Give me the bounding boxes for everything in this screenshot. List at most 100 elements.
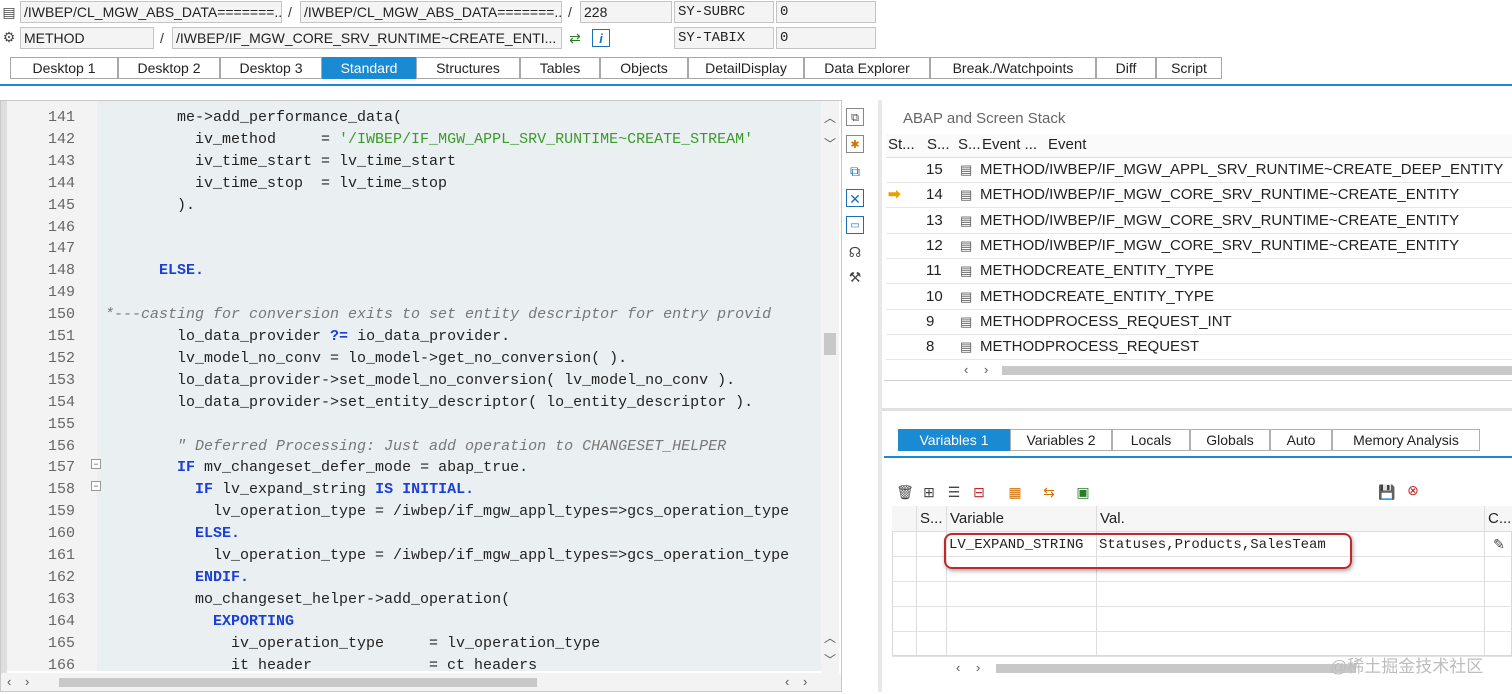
tiles-icon[interactable]: ▦ [1006, 483, 1024, 501]
delete-row-icon[interactable]: ⊟ [970, 483, 988, 501]
hscroll-thumb[interactable] [996, 664, 1356, 673]
stack-row[interactable]: 13 ▤ METHOD/IWBEP/IF_MGW_CORE_SRV_RUNTIME~… [886, 209, 1512, 234]
stack-col-header[interactable]: St... [888, 134, 915, 156]
close-x-icon[interactable]: ✕ [846, 189, 864, 207]
code-line[interactable]: me->add_performance_data( [105, 107, 402, 129]
save-icon[interactable]: 💾 [1378, 483, 1396, 501]
stack-row[interactable]: 15 ▤ METHOD/IWBEP/IF_MGW_APPL_SRV_RUNTIME~… [886, 158, 1512, 183]
headset-icon[interactable]: ☊ [846, 243, 864, 261]
code-line[interactable]: lv_model_no_conv = lo_model->get_no_conv… [105, 348, 627, 370]
code-line[interactable]: ENDIF. [105, 567, 249, 589]
sysvar-name-2[interactable]: SY-TABIX [674, 27, 774, 49]
scroll-left-icon[interactable]: ‹ [956, 660, 960, 675]
tab-desktop-3[interactable]: Desktop 3 [220, 57, 322, 79]
display-icon[interactable]: ▣ [1074, 483, 1092, 501]
var-col-header[interactable]: C... [1488, 506, 1511, 532]
reset-icon[interactable]: ⊗ [1404, 481, 1422, 499]
tab-auto[interactable]: Auto [1270, 429, 1332, 451]
sysvar-value-2[interactable]: 0 [776, 27, 876, 49]
scroll-up-icon[interactable]: ︿ [824, 629, 836, 646]
navigate-icon[interactable]: ⇄ [566, 29, 584, 47]
sysvar-value-1[interactable]: 0 [776, 1, 876, 23]
tab-locals[interactable]: Locals [1112, 429, 1190, 451]
stack-row[interactable]: 9 ▤ METHOD PROCESS_REQUEST_INT [886, 310, 1512, 335]
edit-pencil-icon[interactable]: ✎ [1490, 535, 1508, 553]
stack-row[interactable]: ➡ 14 ▤ METHOD/IWBEP/IF_MGW_CORE_SRV_RUNTIME… [886, 183, 1512, 209]
var-col-header[interactable]: Variable [950, 506, 1004, 532]
panel-hsplitter[interactable] [882, 408, 1512, 411]
event-type-field[interactable]: METHOD [20, 27, 154, 49]
tab-diff[interactable]: Diff [1096, 57, 1156, 79]
code-line[interactable]: iv_time_stop = lv_time_stop [105, 173, 447, 195]
scroll-left-icon[interactable]: ‹ [7, 674, 11, 689]
tab-memory-analysis[interactable]: Memory Analysis [1332, 429, 1480, 451]
tab-breakpoints[interactable]: Break./Watchpoints [930, 57, 1096, 79]
source-editor[interactable]: 141 me->add_performance_data(142 iv_meth… [0, 100, 842, 692]
code-line[interactable]: mo_changeset_helper->add_operation( [105, 589, 510, 611]
delete-icon[interactable]: 🗑 [896, 483, 914, 501]
line-number-field[interactable]: 228 [580, 1, 672, 23]
method-field[interactable]: /IWBEP/IF_MGW_CORE_SRV_RUNTIME~CREATE_EN… [172, 27, 562, 49]
code-line[interactable]: lo_data_provider->set_model_no_conversio… [105, 370, 735, 392]
stack-col-header[interactable]: Event [1048, 134, 1086, 156]
code-line[interactable]: ). [105, 195, 195, 217]
code-line[interactable]: lo_data_provider ?= io_data_provider. [105, 326, 510, 348]
code-line[interactable]: ELSE. [105, 523, 240, 545]
hscroll-thumb[interactable] [1002, 366, 1512, 375]
tab-desktop-1[interactable]: Desktop 1 [10, 57, 118, 79]
settings-icon[interactable]: ⚒ [846, 268, 864, 286]
tab-standard[interactable]: Standard [322, 57, 416, 79]
panel-splitter[interactable] [878, 100, 882, 692]
code-line[interactable]: lv_operation_type = /iwbep/if_mgw_appl_t… [105, 501, 789, 523]
code-line[interactable]: IF mv_changeset_defer_mode = abap_true. [105, 457, 528, 479]
code-line[interactable]: " Deferred Processing: Just add operatio… [105, 436, 726, 458]
editor-hscroll[interactable]: ‹ › ‹ › [1, 673, 841, 691]
stack-row[interactable]: 11 ▤ METHOD CREATE_ENTITY_TYPE [886, 259, 1512, 285]
include-field[interactable]: /IWBEP/CL_MGW_ABS_DATA=======... [300, 1, 562, 23]
scroll-left-icon[interactable]: ‹ [964, 362, 968, 377]
window-icon[interactable]: ▭ [846, 216, 864, 234]
scroll-thumb[interactable] [824, 333, 836, 355]
sysvar-name-1[interactable]: SY-SUBRC [674, 1, 774, 23]
code-line[interactable]: EXPORTING [105, 611, 294, 633]
fold-marker[interactable]: − [91, 459, 101, 469]
scroll-right-icon[interactable]: › [984, 362, 988, 377]
scroll-left-icon[interactable]: ‹ [785, 674, 789, 689]
tab-desktop-2[interactable]: Desktop 2 [118, 57, 220, 79]
var-row-empty[interactable] [892, 607, 1512, 632]
var-col-header[interactable]: Val. [1100, 506, 1125, 532]
code-line[interactable]: ELSE. [105, 260, 204, 282]
scroll-up-icon[interactable]: ︿ [824, 109, 836, 126]
copy-icon[interactable]: ⧉ [846, 162, 864, 180]
var-row-empty[interactable] [892, 582, 1512, 607]
fold-marker[interactable]: − [91, 481, 101, 491]
scroll-down-icon[interactable]: ﹀ [824, 135, 836, 152]
tab-globals[interactable]: Globals [1190, 429, 1270, 451]
tab-data-explorer[interactable]: Data Explorer [804, 57, 930, 79]
stack-row[interactable]: 12 ▤ METHOD/IWBEP/IF_MGW_CORE_SRV_RUNTIME~… [886, 234, 1512, 259]
scroll-right-icon[interactable]: › [803, 674, 807, 689]
stack-hscroll[interactable]: ‹ › [958, 362, 1512, 378]
code-line[interactable]: IF lv_expand_string IS INITIAL. [105, 479, 474, 501]
code-line[interactable]: iv_method = '/IWBEP/IF_MGW_APPL_SRV_RUNT… [105, 129, 753, 151]
hscroll-thumb[interactable] [59, 678, 537, 687]
scroll-right-icon[interactable]: › [25, 674, 29, 689]
tab-objects[interactable]: Objects [600, 57, 688, 79]
edit-row-icon[interactable]: ☰ [945, 483, 963, 501]
code-line[interactable]: lv_operation_type = /iwbep/if_mgw_appl_t… [105, 545, 789, 567]
insert-row-icon[interactable]: ⊞ [920, 483, 938, 501]
info-icon[interactable]: i [592, 29, 610, 47]
stack-col-header[interactable]: Event ... [982, 134, 1037, 156]
code-line[interactable]: iv_operation_type = lv_operation_type [105, 633, 600, 655]
stack-row[interactable]: 8 ▤ METHOD PROCESS_REQUEST [886, 335, 1512, 361]
var-col-header[interactable]: S... [920, 506, 943, 532]
tab-script[interactable]: Script [1156, 57, 1222, 79]
tab-detail-display[interactable]: DetailDisplay [688, 57, 804, 79]
code-line[interactable]: *---casting for conversion exits to set … [105, 304, 771, 326]
tab-structures[interactable]: Structures [416, 57, 520, 79]
editor-vscroll[interactable]: ︿ ﹀ ︿ ﹀ [821, 101, 839, 673]
stack-col-header[interactable]: S... [958, 134, 981, 156]
code-line[interactable]: lo_data_provider->set_entity_descriptor(… [105, 392, 753, 414]
stack-col-header[interactable]: S... [927, 134, 950, 156]
bookmark-icon[interactable]: ⧉ [846, 108, 864, 126]
